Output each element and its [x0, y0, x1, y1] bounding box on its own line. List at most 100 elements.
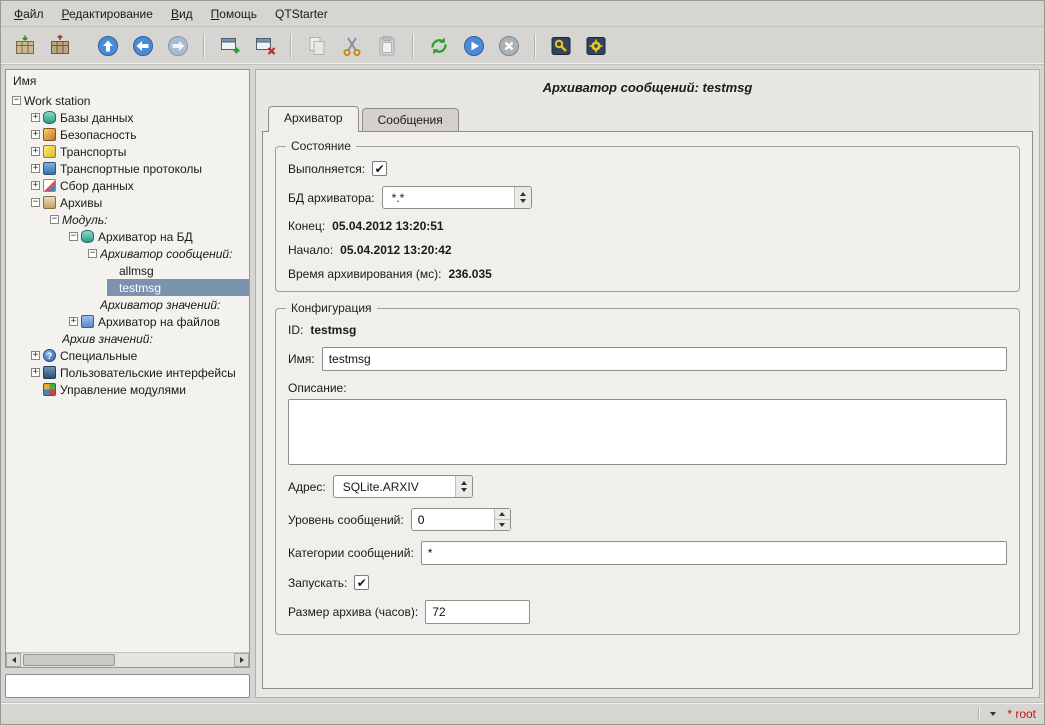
- tree-item[interactable]: +Архиватор на файлов: [6, 313, 249, 330]
- left-arrow-icon: [12, 657, 16, 663]
- tree-item[interactable]: − Архиватор на БД: [6, 228, 249, 245]
- spin-up-button[interactable]: [495, 509, 510, 520]
- delete-item-button[interactable]: [249, 30, 281, 62]
- tree-item[interactable]: allmsg: [6, 262, 249, 279]
- run-checkbox[interactable]: ✔: [354, 575, 369, 590]
- archiver-db-icon: [81, 230, 94, 243]
- cut-item-button[interactable]: [336, 30, 368, 62]
- tree-item[interactable]: + Безопасность: [6, 126, 249, 143]
- main-panel: Архиватор сообщений: testmsg Архиватор С…: [255, 69, 1040, 698]
- tab-messages[interactable]: Сообщения: [362, 108, 459, 131]
- menu-edit[interactable]: Редактирование: [53, 3, 162, 25]
- user-interfaces-icon: [43, 366, 56, 379]
- start-updating-button[interactable]: [458, 30, 490, 62]
- description-textarea[interactable]: [288, 399, 1007, 465]
- tree-item-label: Безопасность: [60, 128, 137, 142]
- menu-file[interactable]: Файл: [5, 3, 53, 25]
- refresh-button[interactable]: [423, 30, 455, 62]
- expand-toggle[interactable]: +: [69, 317, 78, 326]
- spin-down-button[interactable]: [495, 520, 510, 530]
- tab-archiver[interactable]: Архиватор: [268, 106, 359, 132]
- tree-item-label: Архиватор сообщений:: [100, 247, 232, 261]
- tree-item-label: testmsg: [119, 281, 161, 295]
- user-dropdown-button[interactable]: [986, 707, 1000, 721]
- load-from-db-button[interactable]: [9, 30, 41, 62]
- tree-item[interactable]: +Базы данных: [6, 109, 249, 126]
- archive-size-input[interactable]: [425, 600, 530, 624]
- start-icon: [462, 34, 486, 58]
- tree-bottom-input[interactable]: [5, 674, 250, 698]
- expand-toggle[interactable]: +: [31, 351, 40, 360]
- tree-item[interactable]: Архив значений:: [6, 330, 249, 347]
- archives-icon: [43, 196, 56, 209]
- page-title: Архиватор сообщений: testmsg: [262, 72, 1033, 106]
- collapse-toggle[interactable]: −: [12, 96, 21, 105]
- open-configurator-button[interactable]: [545, 30, 577, 62]
- tree-item-label: Архиватор значений:: [100, 298, 220, 312]
- tree-item[interactable]: − Архивы: [6, 194, 249, 211]
- tree-item[interactable]: +Специальные: [6, 347, 249, 364]
- stop-updating-button[interactable]: [493, 30, 525, 62]
- collapse-toggle[interactable]: −: [69, 232, 78, 241]
- address-combobox[interactable]: SQLite.ARXIV: [333, 475, 473, 498]
- expand-toggle[interactable]: +: [31, 147, 40, 156]
- go-previous-button[interactable]: [127, 30, 159, 62]
- go-up-button[interactable]: [92, 30, 124, 62]
- tree-item[interactable]: −Модуль:: [6, 211, 249, 228]
- go-next-button[interactable]: [162, 30, 194, 62]
- tree-item-label: Модуль:: [62, 213, 107, 227]
- tree-panel: Имя −Work station+Базы данных+Безопаснос…: [5, 69, 250, 668]
- tree-item-label: allmsg: [119, 264, 154, 278]
- tree-item[interactable]: Управление модулями: [6, 381, 249, 398]
- address-value: SQLite.ARXIV: [334, 476, 455, 497]
- delete-item-icon: [253, 34, 277, 58]
- tree-item-label: Архиватор на БД: [98, 230, 193, 244]
- stop-icon: [497, 34, 521, 58]
- scrollbar-thumb[interactable]: [23, 654, 115, 666]
- scroll-left-button[interactable]: [6, 653, 21, 667]
- status-user[interactable]: * root: [1007, 707, 1036, 721]
- tree-hscrollbar[interactable]: [6, 652, 249, 667]
- menu-help[interactable]: Помощь: [202, 3, 266, 25]
- open-vision-button[interactable]: [580, 30, 612, 62]
- name-input[interactable]: [322, 347, 1007, 371]
- copy-item-button[interactable]: [301, 30, 333, 62]
- tabbar: Архиватор Сообщения: [262, 106, 1033, 131]
- specials-icon: [43, 349, 56, 362]
- expand-toggle[interactable]: +: [31, 113, 40, 122]
- message-level-spinbox[interactable]: [411, 508, 511, 531]
- collapse-toggle[interactable]: −: [88, 249, 97, 258]
- collapse-toggle[interactable]: −: [31, 198, 40, 207]
- tree-item[interactable]: +Транспортные протоколы: [6, 160, 249, 177]
- archiving-time-label: Время архивирования (мс):: [288, 267, 441, 281]
- paste-item-button[interactable]: [371, 30, 403, 62]
- message-level-input[interactable]: [412, 509, 494, 530]
- menu-qtstarter[interactable]: QTStarter: [266, 3, 337, 25]
- expand-toggle[interactable]: +: [31, 181, 40, 190]
- tree-item[interactable]: −Архиватор сообщений:: [6, 245, 249, 262]
- back-arrow-icon: [131, 34, 155, 58]
- expand-toggle[interactable]: +: [31, 130, 40, 139]
- add-item-button[interactable]: [214, 30, 246, 62]
- tree-item[interactable]: +Пользовательские интерфейсы: [6, 364, 249, 381]
- expand-toggle[interactable]: +: [31, 164, 40, 173]
- collapse-toggle[interactable]: −: [50, 215, 59, 224]
- combo-arrows-icon: [455, 476, 472, 497]
- running-checkbox[interactable]: ✔: [372, 161, 387, 176]
- running-label: Выполняется:: [288, 162, 365, 176]
- categories-input[interactable]: [421, 541, 1007, 565]
- tree-item[interactable]: Архиватор значений:: [6, 296, 249, 313]
- tree-header[interactable]: Имя: [6, 70, 249, 91]
- scroll-right-button[interactable]: [234, 653, 249, 667]
- expand-toggle[interactable]: +: [31, 368, 40, 377]
- tree-item[interactable]: testmsg: [6, 279, 249, 296]
- save-to-db-button[interactable]: [44, 30, 76, 62]
- tree-item[interactable]: −Work station: [6, 92, 249, 109]
- tree-item[interactable]: +Сбор данных: [6, 177, 249, 194]
- archiver-db-combobox[interactable]: *.*: [382, 186, 532, 209]
- tree-item-label: Архивы: [60, 196, 102, 210]
- menu-view[interactable]: Вид: [162, 3, 202, 25]
- scrollbar-track[interactable]: [21, 653, 234, 667]
- menubar: Файл Редактирование Вид Помощь QTStarter: [1, 1, 1044, 27]
- tree-item[interactable]: +Транспорты: [6, 143, 249, 160]
